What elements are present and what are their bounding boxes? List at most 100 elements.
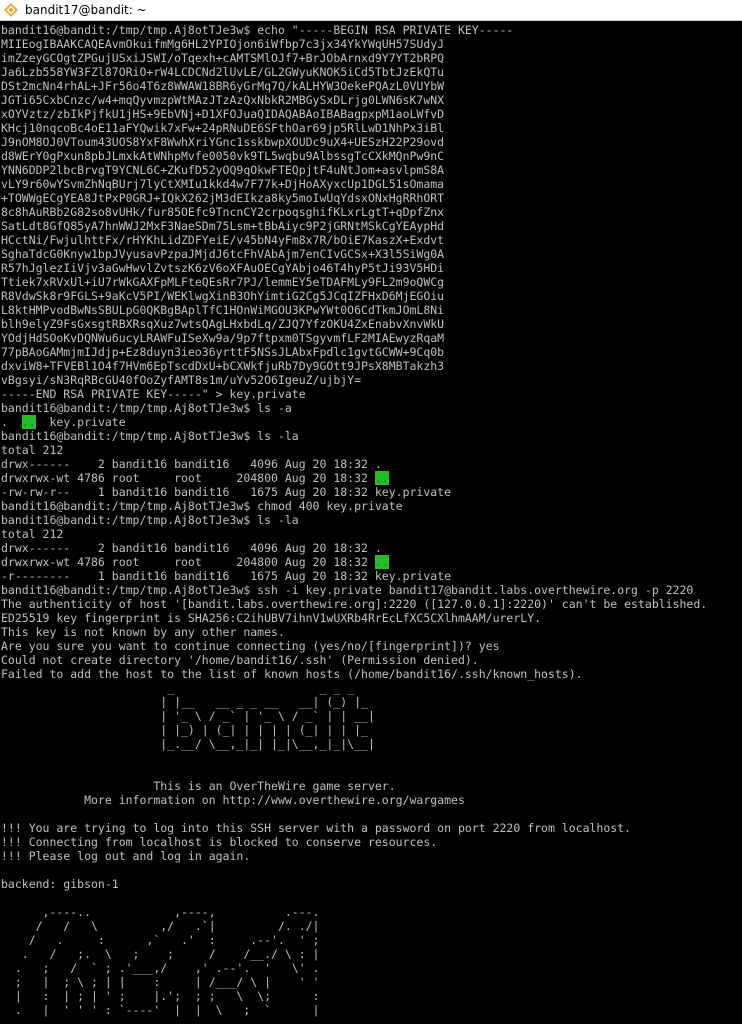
terminal-line: HCctNi/FwjulhttFx/rHYKhLidZDFYeiE/v45bN4…: [1, 233, 742, 247]
terminal-text: backend: gibson-1: [1, 877, 119, 891]
terminal-line: Failed to add the host to the list of kn…: [1, 667, 742, 681]
terminal-line: . / ;. \ ; ; / /__./ \ : |: [1, 947, 742, 961]
terminal-line: backend: gibson-1: [1, 877, 742, 891]
terminal-text: 77pBAoGAMmjmIJdjp+Ez8duyn3ieo36yrttF5NSs…: [1, 345, 445, 359]
terminal-text: -rw-rw-r-- 1 bandit16 bandit16 1675 Aug …: [1, 485, 452, 499]
terminal-line: R57hJglezIiVjv3aGwHwvlZvtszK6zV6oXFAuOEC…: [1, 261, 742, 275]
terminal-text: !!! Please log out and log in again.: [1, 849, 251, 863]
terminal-text: total 212: [1, 443, 64, 457]
terminal-text: / / \ ,/ .`| /. ./|: [1, 919, 320, 933]
terminal-line: ; | ; \ ; | | : | /___/ \ | ' ': [1, 975, 742, 989]
parent-directory-highlight: ..: [374, 555, 389, 569]
terminal-text: d8WErY0gPxun8pbJLmxkAtWNhpMvfe0050vk9TL5…: [1, 149, 445, 163]
terminal-text: . / ;. \ ; ; / /__./ \ : |: [1, 947, 320, 961]
terminal-text: | : | ; | ' ; |.'; ; ; \ \; :: [1, 989, 320, 1003]
terminal-text: bandit16@bandit:/tmp/tmp.Aj8otTJe3w$ ls …: [1, 429, 299, 443]
terminal-text: |_.__/ \__,_|_| |_|\__,_|_|\__|: [1, 737, 375, 751]
terminal-line: !!! Please log out and log in again.: [1, 849, 742, 863]
terminal-line: L8ktHMPvodBwNsSBULpG0QKBgBAplTfC1HOnWiMG…: [1, 303, 742, 317]
terminal-output[interactable]: bandit16@bandit:/tmp/tmp.Aj8otTJe3w$ ech…: [1, 23, 742, 1024]
terminal-text: 8c8hAuRBb2G82so8vUHk/fur85OEfc9TncnCY2cr…: [1, 205, 445, 219]
terminal-text: total 212: [1, 527, 64, 541]
terminal-line: Are you sure you want to continue connec…: [1, 639, 742, 653]
terminal-text: imZzeyGCOgtZPGujUSxiJSWI/oTqexh+cAMTSMlO…: [1, 51, 445, 65]
terminal-line: bandit16@bandit:/tmp/tmp.Aj8otTJe3w$ ech…: [1, 23, 742, 37]
terminal-text: drwx------ 2 bandit16 bandit16 4096 Aug …: [1, 457, 382, 471]
terminal-line: DSt2mcNn4rhAL+JFr56o4T6z8WWAW18BR6yGrMq7…: [1, 79, 742, 93]
terminal-text: KHcj10nqcoBc4oE11aFYQwik7xFw+24pRNuDE6SF…: [1, 121, 445, 135]
terminal-text: bandit16@bandit:/tmp/tmp.Aj8otTJe3w$ chm…: [1, 499, 403, 513]
terminal-text: key.private: [35, 415, 126, 429]
terminal-text: drwxrwx-wt 4786 root root 204800 Aug 20 …: [1, 471, 375, 485]
terminal-line: ED25519 key fingerprint is SHA256:C2ihUB…: [1, 611, 742, 625]
terminal-text: / . : ,` .' : .--'. ' ;: [1, 933, 320, 947]
terminal-line: YOdjHdSOoKvDQNWu6ucyLRAWFuISeXw9a/9p7ftp…: [1, 331, 742, 345]
terminal-line: bandit16@bandit:/tmp/tmp.Aj8otTJe3w$ chm…: [1, 499, 742, 513]
terminal-text: This is an OverTheWire game server.: [1, 779, 396, 793]
terminal-line: Ja6Lzb558YW3FZl87ORiO+rW4LCDCNd2lUvLE/GL…: [1, 65, 742, 79]
terminal-text: YOdjHdSOoKvDQNWu6ucyLRAWFuISeXw9a/9p7ftp…: [1, 331, 445, 345]
terminal-line: bandit16@bandit:/tmp/tmp.Aj8otTJe3w$ ls …: [1, 429, 742, 443]
terminal-line: R8VdwSk8r9FGLS+9aKcV5PI/WEKlwgXinB3OhYim…: [1, 289, 742, 303]
terminal-line: d8WErY0gPxun8pbJLmxkAtWNhpMvfe0050vk9TL5…: [1, 149, 742, 163]
terminal-text: bandit16@bandit:/tmp/tmp.Aj8otTJe3w$ ssh…: [1, 583, 694, 597]
window-title: bandit17@bandit: ~: [25, 2, 147, 17]
terminal-text: This key is not known by any other names…: [1, 625, 285, 639]
terminal-line: SatLdt8GfQ85yA7hnWWJ2MxF3NaeSDm75Lsm+tBb…: [1, 219, 742, 233]
terminal-text: L8ktHMPvodBwNsSBULpG0QKBgBAplTfC1HOnWiMG…: [1, 303, 445, 317]
terminal-text: SghaTdcG0Knyw1bpJVyusavPzpaJMjdJ6tcFhVAb…: [1, 247, 445, 261]
terminal-line: / / \ ,/ .`| /. ./|: [1, 919, 742, 933]
terminal-window: bandit17@bandit: ~ bandit16@bandit:/tmp/…: [0, 0, 742, 1024]
terminal-line: ,----.. ,----, .---.: [1, 905, 742, 919]
terminal-line: This is an OverTheWire game server.: [1, 779, 742, 793]
terminal-text: Ja6Lzb558YW3FZl87ORiO+rW4LCDCNd2lUvLE/GL…: [1, 65, 445, 79]
terminal-text: . | ' ' ' : `----' | | \ ; ` |: [1, 1003, 320, 1017]
terminal-text: YNN6DDP2lbcBrvgT9YCNL6C+ZKufD52yOQ9qOkwF…: [1, 163, 445, 177]
terminal-line: vLY9r60wYSvmZhNqBUrj7lyCtXMIu1kkd4w7F77k…: [1, 177, 742, 191]
terminal-line: imZzeyGCOgtZPGujUSxiJSWI/oTqexh+cAMTSMlO…: [1, 51, 742, 65]
terminal-text: Ttiek7xRVxUl+iU7rWkGAXFpMLFteQEsRr7PJ/le…: [1, 275, 445, 289]
terminal-line: dxviW8+TFVEBl1O4f7HVm6EpTscdDxU+bCXWkfju…: [1, 359, 742, 373]
terminal-line: bandit16@bandit:/tmp/tmp.Aj8otTJe3w$ ls …: [1, 513, 742, 527]
terminal-line: -r-------- 1 bandit16 bandit16 1675 Aug …: [1, 569, 742, 583]
terminal-text: ; | ; \ ; | | : | /___/ \ | ' ': [1, 975, 320, 989]
terminal-text: -r-------- 1 bandit16 bandit16 1675 Aug …: [1, 569, 452, 583]
terminal-text: drwx------ 2 bandit16 bandit16 4096 Aug …: [1, 541, 382, 555]
parent-directory-highlight: ..: [374, 471, 389, 485]
terminal-line: bandit16@bandit:/tmp/tmp.Aj8otTJe3w$ ssh…: [1, 583, 742, 597]
terminal-line: xOYVztz/zbIkPjfkU1jHS+9EbVNj+D1XFOJuaQID…: [1, 107, 742, 121]
terminal-line: 8c8hAuRBb2G82so8vUHk/fur85OEfc9TncnCY2cr…: [1, 205, 742, 219]
terminal-text: bandit16@bandit:/tmp/tmp.Aj8otTJe3w$ ech…: [1, 23, 514, 37]
terminal-text: HCctNi/FwjulhttFx/rHYKhLidZDFYeiE/v45bN4…: [1, 233, 445, 247]
terminal-line: blh9elyZ9FsGxsgtRBXRsqXuz7wtsQAgLHxbdLq/…: [1, 317, 742, 331]
terminal-line: total 212: [1, 443, 742, 457]
title-bar[interactable]: bandit17@bandit: ~: [0, 0, 742, 21]
terminal-text: More information on http://www.overthewi…: [1, 793, 465, 807]
terminal-text: +TOWWgECgYEA8JtPxP0GRJ+IQkX262jM3dEIkza8…: [1, 191, 445, 205]
terminal-line: drwxrwx-wt 4786 root root 204800 Aug 20 …: [1, 555, 742, 569]
terminal-text: MIIEogIBAAKCAQEAvmOkuifmMg6HL2YPIOjon6iW…: [1, 37, 445, 51]
terminal-text: vBgsyi/sN3RqRBcGU40fOoZyfAMT8s1m/uYv52O6…: [1, 373, 362, 387]
terminal-text: SatLdt8GfQ85yA7hnWWJ2MxF3NaeSDm75Lsm+tBb…: [1, 219, 445, 233]
terminal-line: total 212: [1, 527, 742, 541]
terminal-text: dxviW8+TFVEBl1O4f7HVm6EpTscdDxU+bCXWkfju…: [1, 359, 445, 373]
terminal-line: This key is not known by any other names…: [1, 625, 742, 639]
terminal-text: vLY9r60wYSvmZhNqBUrj7lyCtXMIu1kkd4w7F77k…: [1, 177, 445, 191]
terminal-line: !!! You are trying to log into this SSH …: [1, 821, 742, 835]
terminal-text: Could not create directory '/home/bandit…: [1, 653, 479, 667]
terminal-line: | |_) | (_| | | | | (_| | | |_: [1, 723, 742, 737]
terminal-text: J9nOM8OJ0VToum43UOS8YxF8WwhXriYGnc1sskbw…: [1, 135, 445, 149]
terminal-line: vBgsyi/sN3RqRBcGU40fOoZyfAMT8s1m/uYv52O6…: [1, 373, 742, 387]
terminal-line: drwxrwx-wt 4786 root root 204800 Aug 20 …: [1, 471, 742, 485]
terminal-text: The authenticity of host '[bandit.labs.o…: [1, 597, 708, 611]
terminal-line: Could not create directory '/home/bandit…: [1, 653, 742, 667]
terminal-text: | |__ __ _ _ __ __| (_) |_: [1, 695, 368, 709]
terminal-text: .: [1, 415, 22, 429]
terminal-line: . | ' ' ' : `----' | | \ ; ` |: [1, 1003, 742, 1017]
putty-terminal-icon[interactable]: [3, 2, 19, 18]
terminal-text: Failed to add the host to the list of kn…: [1, 667, 583, 681]
